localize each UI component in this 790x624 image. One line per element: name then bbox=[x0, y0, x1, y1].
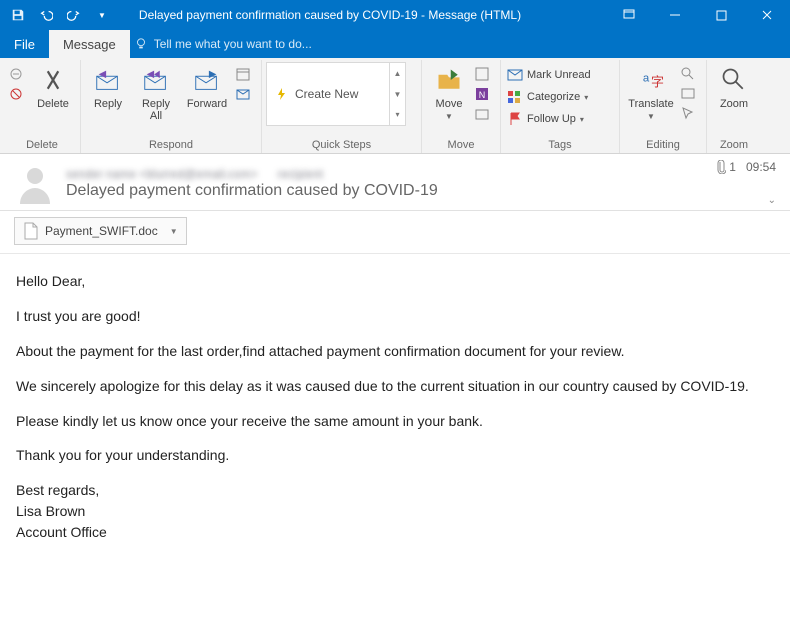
body-line: About the payment for the last order,fin… bbox=[16, 342, 774, 361]
tell-me-search[interactable]: Tell me what you want to do... bbox=[134, 37, 312, 51]
svg-text:a: a bbox=[643, 73, 650, 85]
attachment-name: Payment_SWIFT.doc bbox=[45, 224, 158, 238]
gallery-down-icon[interactable]: ▼ bbox=[390, 84, 405, 105]
gallery-more-icon[interactable]: ▾ bbox=[390, 104, 405, 125]
svg-text:字: 字 bbox=[651, 75, 664, 90]
signature-line: Best regards, bbox=[16, 481, 774, 500]
body-line: Hello Dear, bbox=[16, 272, 774, 291]
body-line: Thank you for your understanding. bbox=[16, 446, 774, 465]
ribbon: Delete Delete Reply Reply All Forward bbox=[0, 58, 790, 154]
window-title: Delayed payment confirmation caused by C… bbox=[114, 8, 606, 22]
qat-dropdown-icon[interactable]: ▼ bbox=[90, 3, 114, 27]
window-buttons bbox=[606, 0, 790, 30]
attachment-item[interactable]: Payment_SWIFT.doc ▼ bbox=[14, 217, 187, 245]
lightning-icon bbox=[275, 87, 289, 101]
from-field: sender name <blurred@email.com> recipien… bbox=[66, 167, 776, 181]
follow-up-button[interactable]: Follow Up ▾ bbox=[505, 110, 615, 128]
avatar-icon bbox=[14, 162, 56, 204]
title-bar: ▼ Delayed payment confirmation caused by… bbox=[0, 0, 790, 30]
reply-all-button[interactable]: Reply All bbox=[133, 62, 179, 124]
flag-icon bbox=[507, 111, 523, 127]
envelope-icon bbox=[507, 67, 523, 83]
group-editing: a字 Translate ▼ Editing bbox=[620, 60, 707, 153]
meeting-icon[interactable] bbox=[235, 66, 257, 82]
group-label-delete: Delete bbox=[8, 137, 76, 153]
move-button[interactable]: Move ▼ bbox=[426, 62, 472, 123]
group-label-zoom: Zoom bbox=[711, 137, 757, 153]
categorize-icon bbox=[507, 89, 523, 105]
tell-me-label: Tell me what you want to do... bbox=[154, 37, 312, 51]
group-label-move: Move bbox=[426, 137, 496, 153]
svg-text:N: N bbox=[479, 90, 486, 100]
tab-message[interactable]: Message bbox=[49, 30, 130, 58]
paperclip-icon bbox=[714, 160, 726, 174]
reply-all-icon bbox=[140, 64, 172, 96]
group-label-tags: Tags bbox=[505, 137, 615, 153]
group-delete: Delete Delete bbox=[4, 60, 81, 153]
group-label-editing: Editing bbox=[624, 137, 702, 153]
quick-access-toolbar: ▼ bbox=[0, 3, 114, 27]
signature-line: Lisa Brown bbox=[16, 502, 774, 521]
tab-file[interactable]: File bbox=[0, 30, 49, 58]
attachment-indicator: 1 bbox=[714, 160, 736, 174]
categorize-button[interactable]: Categorize ▾ bbox=[505, 88, 615, 106]
rules-icon[interactable] bbox=[474, 66, 496, 82]
reply-button[interactable]: Reply bbox=[85, 62, 131, 112]
onenote-icon[interactable]: N bbox=[474, 86, 496, 102]
translate-icon: a字 bbox=[635, 64, 667, 96]
delete-icon bbox=[37, 64, 69, 96]
close-button[interactable] bbox=[744, 0, 790, 30]
ignore-icon[interactable] bbox=[8, 66, 28, 82]
chevron-down-icon: ▼ bbox=[445, 112, 453, 121]
maximize-button[interactable] bbox=[698, 0, 744, 30]
forward-button[interactable]: Forward bbox=[181, 62, 233, 112]
select-icon[interactable] bbox=[680, 106, 702, 122]
message-header: sender name <blurred@email.com> recipien… bbox=[0, 154, 790, 211]
more-respond-icon[interactable] bbox=[235, 86, 257, 102]
actions-icon[interactable] bbox=[474, 106, 496, 122]
save-icon[interactable] bbox=[6, 3, 30, 27]
delete-button[interactable]: Delete bbox=[30, 62, 76, 112]
body-line: Please kindly let us know once your rece… bbox=[16, 412, 774, 431]
group-label-respond: Respond bbox=[85, 137, 257, 153]
translate-button[interactable]: a字 Translate ▼ bbox=[624, 62, 678, 123]
group-move: Move ▼ N Move bbox=[422, 60, 501, 153]
undo-icon[interactable] bbox=[34, 3, 58, 27]
attachment-dropdown-icon[interactable]: ▼ bbox=[164, 227, 178, 236]
signature-line: Account Office bbox=[16, 523, 774, 542]
group-quick-steps: Create New ▲▼▾ Quick Steps bbox=[262, 60, 422, 153]
subject-text: Delayed payment confirmation caused by C… bbox=[66, 182, 776, 200]
chevron-down-icon: ▼ bbox=[647, 112, 655, 121]
mark-unread-button[interactable]: Mark Unread bbox=[505, 66, 615, 84]
group-respond: Reply Reply All Forward Respond bbox=[81, 60, 262, 153]
message-body: Hello Dear, I trust you are good! About … bbox=[0, 254, 790, 562]
group-label-quick-steps: Quick Steps bbox=[266, 137, 417, 153]
received-time: 09:54 bbox=[746, 160, 776, 174]
zoom-button[interactable]: Zoom bbox=[711, 62, 757, 112]
ribbon-options-icon[interactable] bbox=[606, 0, 652, 30]
quick-steps-gallery[interactable]: Create New ▲▼▾ bbox=[266, 62, 406, 126]
body-line: We sincerely apologize for this delay as… bbox=[16, 377, 774, 396]
expand-header-icon[interactable]: ⌄ bbox=[768, 195, 776, 206]
reply-icon bbox=[92, 64, 124, 96]
lightbulb-icon bbox=[134, 37, 148, 51]
group-zoom: Zoom Zoom bbox=[707, 60, 761, 153]
redo-icon[interactable] bbox=[62, 3, 86, 27]
create-new-label: Create New bbox=[295, 87, 358, 101]
forward-icon bbox=[191, 64, 223, 96]
junk-icon[interactable] bbox=[8, 86, 28, 102]
find-icon[interactable] bbox=[680, 66, 702, 82]
related-icon[interactable] bbox=[680, 86, 702, 102]
document-icon bbox=[23, 222, 39, 240]
gallery-up-icon[interactable]: ▲ bbox=[390, 63, 405, 84]
attachment-bar: Payment_SWIFT.doc ▼ bbox=[0, 211, 790, 254]
zoom-icon bbox=[718, 64, 750, 96]
move-icon bbox=[433, 64, 465, 96]
minimize-button[interactable] bbox=[652, 0, 698, 30]
group-tags: Mark Unread Categorize ▾ Follow Up ▾ Tag… bbox=[501, 60, 620, 153]
body-line: I trust you are good! bbox=[16, 307, 774, 326]
ribbon-tabs: File Message Tell me what you want to do… bbox=[0, 30, 790, 58]
